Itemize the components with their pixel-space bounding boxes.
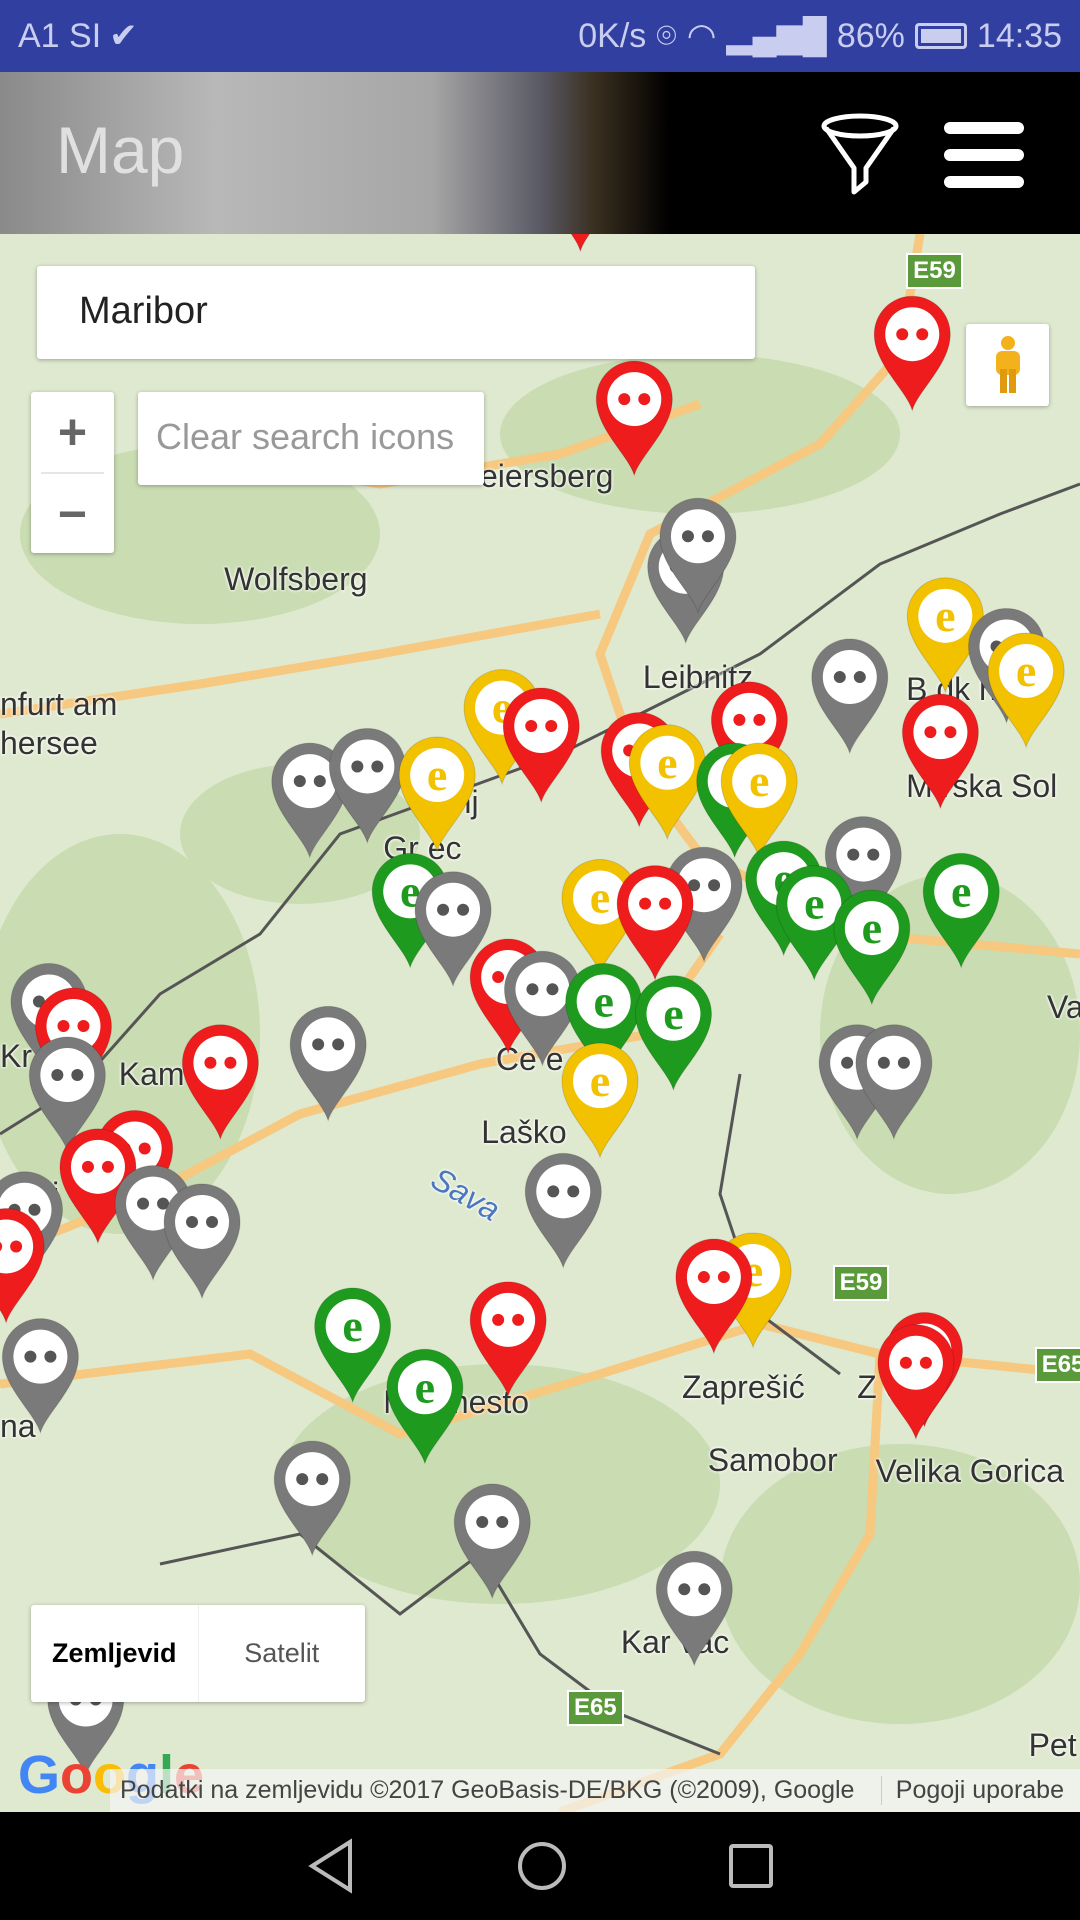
yellow-charging-station-marker[interactable]: e (561, 1042, 639, 1159)
svg-text:e: e (951, 865, 971, 916)
gray-charging-station-marker[interactable] (289, 1005, 367, 1123)
app-header: Map (0, 72, 1080, 234)
green-charging-station-marker[interactable]: e (386, 1348, 464, 1465)
red-charging-station-marker[interactable] (901, 693, 979, 810)
map-view[interactable]: Wolfsberg Leibnitz nfurt am hersee eiersberg… (0, 234, 1080, 1812)
red-charging-station-marker[interactable] (595, 360, 673, 477)
svg-text:e: e (657, 737, 677, 788)
map-type-map-button[interactable]: Zemljevid (31, 1605, 199, 1702)
svg-text:e: e (862, 902, 882, 953)
zoom-in-button[interactable]: + (31, 392, 114, 472)
green-charging-station-marker[interactable]: e (314, 1287, 392, 1404)
wifi-icon: ◠ (686, 17, 717, 55)
red-charging-station-marker[interactable] (877, 1324, 955, 1441)
back-icon[interactable] (306, 1838, 356, 1894)
yellow-charging-station-marker[interactable]: e (398, 736, 476, 853)
red-charging-station-marker[interactable] (542, 234, 618, 253)
hamburger-menu-button[interactable] (944, 122, 1024, 188)
red-charging-station-marker[interactable] (616, 865, 694, 982)
zoom-control: + − (31, 392, 114, 553)
svg-text:e: e (342, 1300, 362, 1351)
gray-charging-station-marker[interactable] (273, 1440, 351, 1557)
map-type-satellite-button[interactable]: Satelit (199, 1605, 366, 1702)
network-speed: 0K/s (578, 16, 647, 55)
home-icon[interactable] (516, 1840, 568, 1892)
attribution-text: Podatki na zemljevidu ©2017 GeoBasis-DE/… (120, 1776, 855, 1804)
street-view-pegman-icon[interactable] (966, 324, 1049, 406)
search-input[interactable]: Maribor (37, 266, 755, 359)
map-type-control: Zemljevid Satelit (31, 1605, 365, 1702)
page-title: Map (56, 113, 185, 187)
carrier: A1 SI (18, 16, 102, 55)
svg-text:e: e (590, 1055, 610, 1106)
red-charging-station-marker[interactable] (181, 1024, 259, 1141)
signal-icon: ▂▄▆█ (726, 17, 827, 55)
battery-icon (914, 23, 967, 49)
gray-charging-station-marker[interactable] (524, 1152, 602, 1270)
svg-text:e: e (590, 871, 610, 922)
clock: 14:35 (976, 16, 1062, 55)
svg-text:e: e (935, 590, 955, 641)
battery-percent: 86% (836, 16, 905, 55)
svg-text:e: e (749, 755, 769, 806)
green-charging-station-marker[interactable]: e (922, 852, 1000, 970)
location-icon: ⌾ (656, 16, 677, 55)
recents-icon[interactable] (728, 1843, 774, 1889)
green-charging-station-marker[interactable]: e (634, 975, 712, 1092)
status-bar: A1 SI ✔ 0K/s ⌾ ◠ ▂▄▆█ 86% 14:35 (0, 0, 1080, 72)
navigation-bar (0, 1812, 1080, 1920)
notification-icon: ✔ (109, 17, 138, 55)
gray-charging-station-marker[interactable] (328, 727, 406, 845)
terms-of-use-link[interactable]: Pogoji uporabe (880, 1776, 1080, 1805)
red-charging-station-marker[interactable] (469, 1281, 547, 1398)
svg-text:e: e (593, 976, 613, 1027)
clear-search-icons-button[interactable]: Clear search icons (138, 392, 484, 485)
filter-icon[interactable] (818, 112, 902, 196)
svg-text:e: e (415, 1361, 435, 1412)
svg-text:e: e (804, 878, 824, 929)
red-charging-station-marker[interactable] (675, 1238, 753, 1355)
svg-text:e: e (427, 749, 447, 800)
gray-charging-station-marker[interactable] (811, 638, 889, 755)
red-charging-station-marker[interactable] (0, 1207, 45, 1325)
zoom-out-button[interactable]: − (31, 474, 114, 554)
svg-text:e: e (663, 988, 683, 1039)
gray-charging-station-marker[interactable] (655, 1550, 733, 1668)
red-charging-station-marker[interactable] (502, 687, 580, 804)
gray-charging-station-marker[interactable] (163, 1183, 241, 1300)
map-attribution: Podatki na zemljevidu ©2017 GeoBasis-DE/… (110, 1769, 1080, 1812)
svg-text:e: e (1016, 645, 1036, 696)
yellow-charging-station-marker[interactable]: e (987, 632, 1065, 749)
gray-charging-station-marker[interactable] (855, 1024, 933, 1141)
red-charging-station-marker[interactable] (873, 295, 951, 412)
gray-charging-station-marker[interactable] (453, 1483, 531, 1600)
green-charging-station-marker[interactable]: e (833, 889, 911, 1006)
gray-charging-station-marker[interactable] (1, 1318, 79, 1435)
